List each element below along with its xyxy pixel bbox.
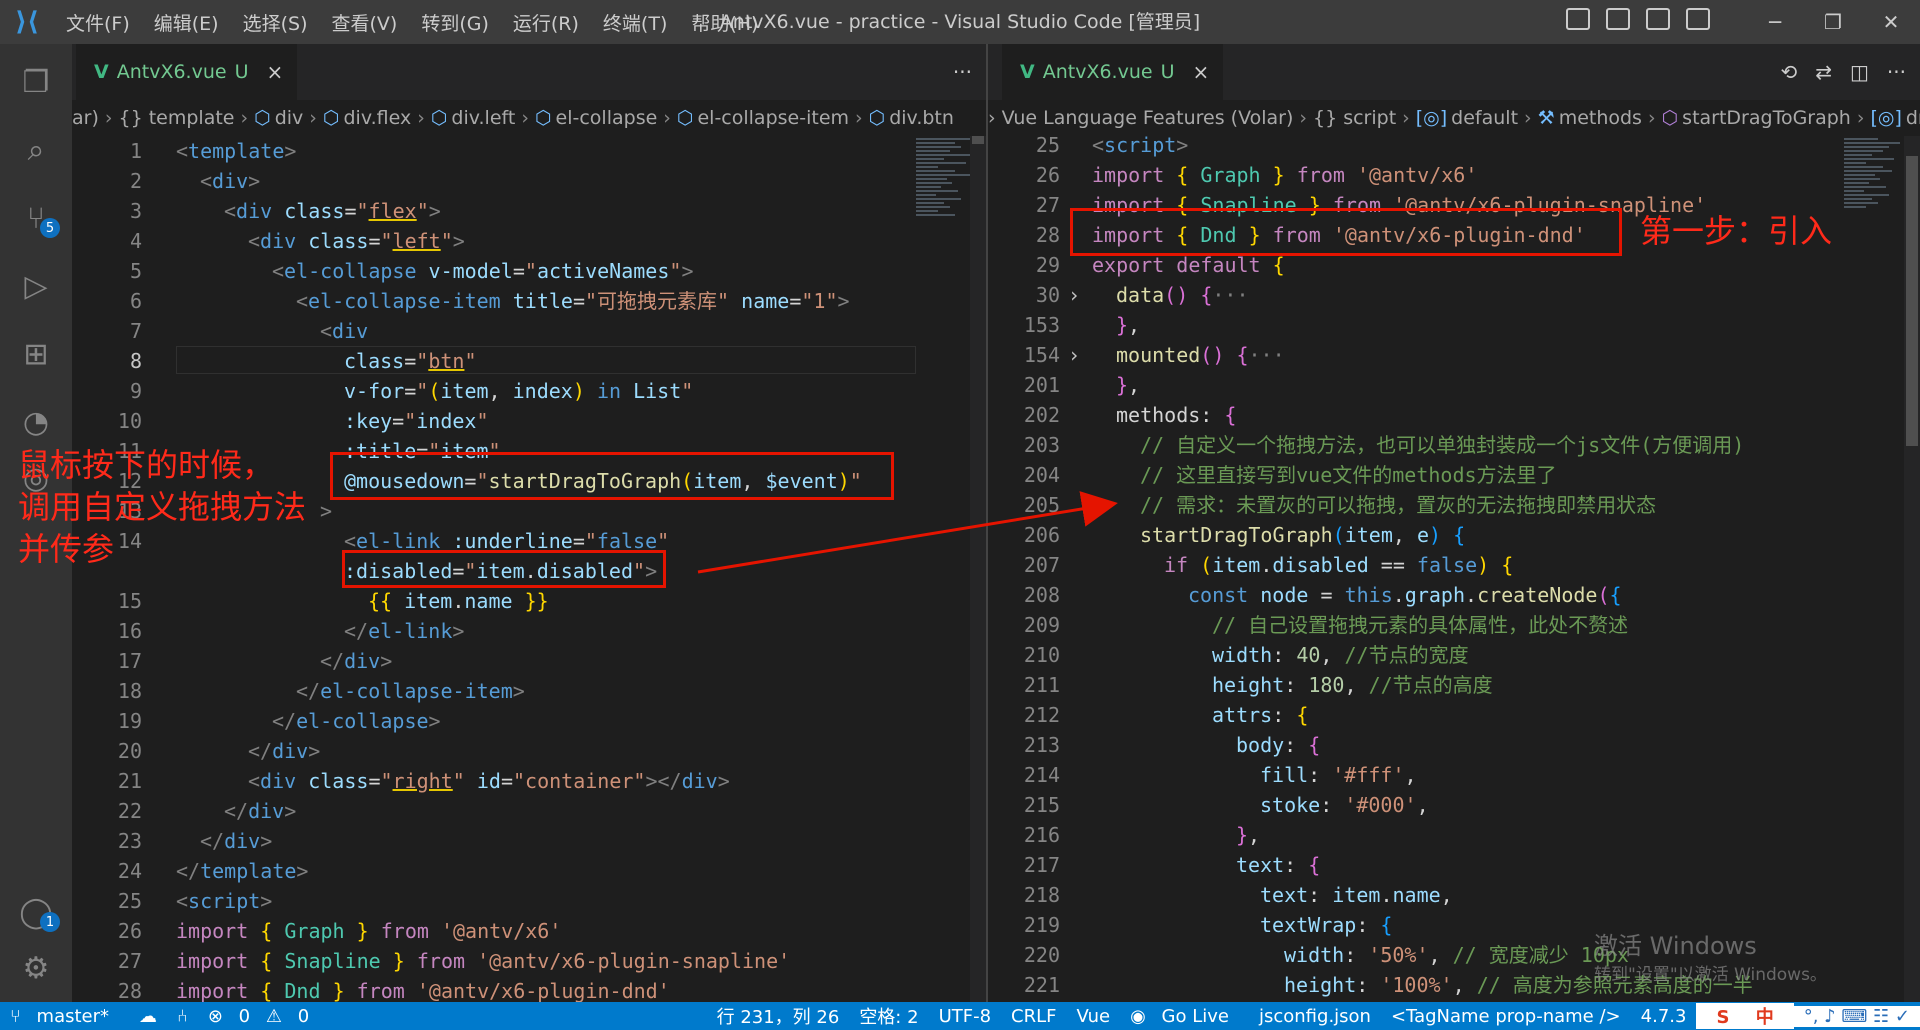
sogou-icon: S — [1716, 1007, 1730, 1028]
cursor-position[interactable]: 行 231，列 26 — [707, 1003, 850, 1029]
tagname-indicator[interactable]: <TagName prop-name /> — [1381, 1006, 1631, 1027]
line-ending[interactable]: CRLF — [1001, 1006, 1066, 1027]
annotation-arrow — [697, 491, 1118, 574]
sync-icon[interactable]: ☁ — [129, 1006, 167, 1027]
go-live-button[interactable]: ◉ Go Live — [1120, 1006, 1249, 1027]
activation-watermark-title: 激活 Windows — [1594, 932, 1757, 960]
branch-indicator[interactable]: ⑂ master* — [0, 1006, 129, 1027]
ime-toolbar-icons[interactable]: °, ♪ ⌨ ☷ ✓ — [1793, 1005, 1920, 1027]
language-mode[interactable]: Vue — [1067, 1006, 1121, 1027]
activation-watermark-hint: 转到"设置"以激活 Windows。 — [1594, 965, 1827, 985]
problems-indicator[interactable]: ⊗ 0 ⚠ 0 — [198, 1006, 329, 1027]
ts-version[interactable]: 4.7.3 — [1631, 1006, 1697, 1027]
status-bar: ⑂ master* ☁ ⑃ ⊗ 0 ⚠ 0 行 231，列 26 空格: 2 U… — [0, 1002, 1920, 1030]
indentation[interactable]: 空格: 2 — [849, 1003, 928, 1029]
git-graph-status-icon[interactable]: ⑃ — [167, 1006, 198, 1027]
encoding[interactable]: UTF-8 — [929, 1006, 1001, 1027]
jsconfig-indicator[interactable]: jsconfig.json — [1249, 1006, 1381, 1027]
ime-indicator[interactable]: S 中 — [1696, 1003, 1794, 1029]
